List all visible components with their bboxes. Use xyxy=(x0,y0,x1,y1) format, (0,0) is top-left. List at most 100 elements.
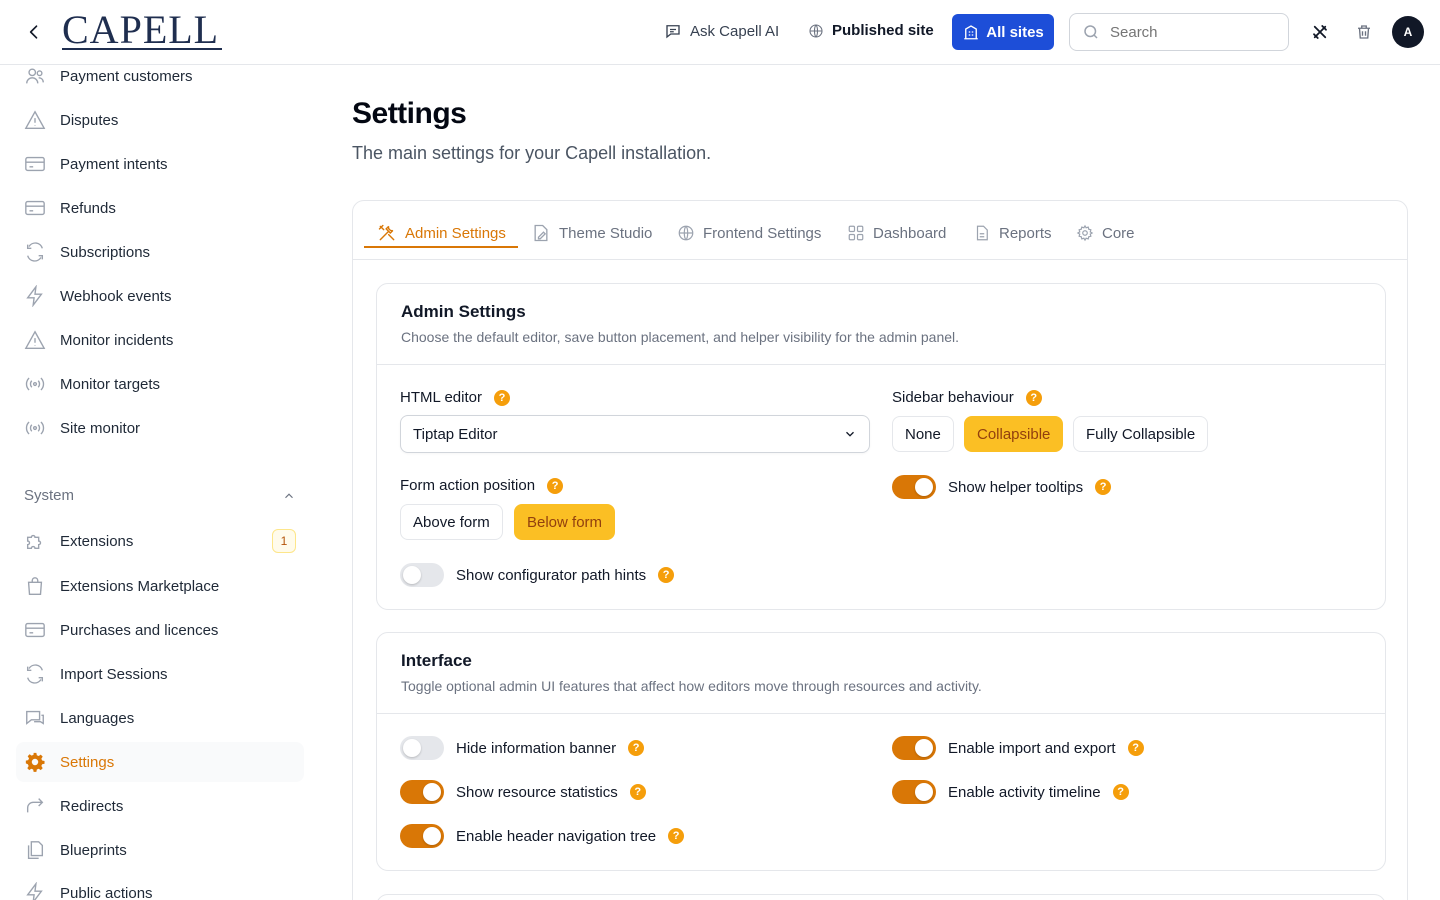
help-icon[interactable]: ? xyxy=(658,567,675,583)
html-editor-value: Tiptap Editor xyxy=(413,425,498,443)
sidebar-item-label: Monitor incidents xyxy=(60,331,174,349)
credit-card-icon xyxy=(24,197,46,219)
field-label-text: Sidebar behaviour xyxy=(892,389,1014,406)
help-icon[interactable]: ? xyxy=(493,389,510,406)
trash-icon[interactable] xyxy=(1352,20,1376,44)
main-content: Settings The main settings for your Cape… xyxy=(352,65,1408,900)
tab-label: Frontend Settings xyxy=(703,224,822,242)
hide-banner-toggle[interactable] xyxy=(400,736,444,760)
tab-label: Dashboard xyxy=(873,224,947,242)
tab-frontend-settings[interactable]: Frontend Settings xyxy=(677,218,821,248)
sidebar-item-extensions-marketplace[interactable]: Extensions Marketplace xyxy=(16,566,304,606)
sidebar-item-languages[interactable]: Languages xyxy=(16,698,304,738)
users-icon xyxy=(24,65,46,87)
field-label-text: Form action position xyxy=(400,477,536,494)
help-icon[interactable]: ? xyxy=(1025,389,1042,406)
sidebar-option-collapsible[interactable]: Collapsible xyxy=(964,416,1064,452)
card-title: Admin Settings xyxy=(401,302,526,321)
helper-tooltips-toggle[interactable] xyxy=(892,475,936,499)
sidebar-item-disputes[interactable]: Disputes xyxy=(16,100,304,140)
help-icon[interactable]: ? xyxy=(547,477,564,494)
next-card xyxy=(376,894,1386,900)
toggle-label: Enable header navigation tree xyxy=(456,827,657,845)
all-sites-button[interactable]: All sites xyxy=(952,14,1054,50)
ask-ai-link[interactable]: Ask Capell AI xyxy=(664,22,779,40)
card-title: Interface xyxy=(401,651,472,670)
tab-admin-settings[interactable]: Admin Settings xyxy=(377,218,506,248)
help-icon[interactable]: ? xyxy=(1095,479,1112,495)
header-nav-tree-toggle[interactable] xyxy=(400,824,444,848)
tab-core[interactable]: Core xyxy=(1076,218,1135,248)
sidebar-option-fully-collapsible[interactable]: Fully Collapsible xyxy=(1073,416,1209,452)
tab-reports[interactable]: Reports xyxy=(973,218,1052,248)
helper-tooltips-row: Show helper tooltips ? xyxy=(892,475,1112,499)
activity-timeline-row: Enable activity timeline ? xyxy=(892,780,1129,804)
sidebar-item-label: Site monitor xyxy=(60,419,141,437)
search-box[interactable] xyxy=(1069,13,1289,51)
tools-icon[interactable] xyxy=(1308,20,1332,44)
grid-icon xyxy=(848,225,864,241)
chevron-up-icon xyxy=(285,492,293,498)
path-hints-toggle[interactable] xyxy=(400,563,444,587)
help-icon[interactable]: ? xyxy=(629,784,646,800)
shopping-bag-icon xyxy=(24,575,46,597)
sidebar-item-refunds[interactable]: Refunds xyxy=(16,188,304,228)
logo[interactable]: CAPELL xyxy=(62,10,222,52)
logo-text: CAPELL xyxy=(62,7,220,52)
card-description: Toggle optional admin UI features that a… xyxy=(401,678,982,694)
sidebar-item-label: Webhook events xyxy=(60,287,172,305)
sidebar-group-label: System xyxy=(24,487,75,504)
sidebar-option-none[interactable]: None xyxy=(892,416,954,452)
sidebar-item-payment-customers[interactable]: Payment customers xyxy=(16,65,304,96)
tab-label: Theme Studio xyxy=(559,224,653,242)
sidebar-item-import-sessions[interactable]: Import Sessions xyxy=(16,654,304,694)
import-export-row: Enable import and export ? xyxy=(892,736,1144,760)
sidebar-item-label: Redirects xyxy=(60,797,124,815)
sidebar-item-settings[interactable]: Settings xyxy=(16,742,304,782)
help-icon[interactable]: ? xyxy=(1112,784,1129,800)
search-input[interactable] xyxy=(1110,23,1270,41)
toggle-label: Enable import and export xyxy=(948,739,1116,757)
sidebar-behaviour-label: Sidebar behaviour ? xyxy=(892,389,1042,406)
tab-theme-studio[interactable]: Theme Studio xyxy=(531,218,652,248)
sidebar-item-subscriptions[interactable]: Subscriptions xyxy=(16,232,304,272)
sidebar-item-redirects[interactable]: Redirects xyxy=(16,786,304,826)
interface-header: Interface Toggle optional admin UI featu… xyxy=(377,633,1385,714)
sidebar-item-blueprints[interactable]: Blueprints xyxy=(16,830,304,870)
help-icon[interactable]: ? xyxy=(628,740,645,756)
sidebar-item-monitor-incidents[interactable]: Monitor incidents xyxy=(16,320,304,360)
html-editor-label: HTML editor ? xyxy=(400,389,510,406)
back-arrow-icon[interactable] xyxy=(22,20,46,44)
avatar[interactable]: A xyxy=(1392,16,1424,48)
sidebar-item-purchases-licences[interactable]: Purchases and licences xyxy=(16,610,304,650)
form-action-below[interactable]: Below form xyxy=(514,504,616,540)
help-icon[interactable]: ? xyxy=(1127,740,1144,756)
sidebar-item-extensions[interactable]: Extensions 1 xyxy=(16,521,304,561)
resource-statistics-toggle[interactable] xyxy=(400,780,444,804)
sidebar-item-public-actions[interactable]: Public actions xyxy=(16,873,304,900)
redirect-icon xyxy=(24,795,46,817)
html-editor-select[interactable]: Tiptap Editor xyxy=(400,415,870,453)
form-action-above[interactable]: Above form xyxy=(400,504,503,540)
card-description: Choose the default editor, save button p… xyxy=(401,329,960,345)
sidebar-item-payment-intents[interactable]: Payment intents xyxy=(16,144,304,184)
sidebar-group-system[interactable]: System xyxy=(24,487,296,504)
sidebar-item-webhook-events[interactable]: Webhook events xyxy=(16,276,304,316)
activity-timeline-toggle[interactable] xyxy=(892,780,936,804)
bolt-icon xyxy=(24,882,46,900)
chevron-down-icon xyxy=(846,431,854,437)
help-icon[interactable]: ? xyxy=(668,828,685,844)
top-bar: CAPELL Ask Capell AI Published site All … xyxy=(0,0,1440,65)
sidebar-item-site-monitor[interactable]: Site monitor xyxy=(16,408,304,448)
tab-label: Admin Settings xyxy=(405,224,506,242)
tab-dashboard[interactable]: Dashboard xyxy=(847,218,946,248)
refresh-icon xyxy=(24,241,46,263)
published-site-link[interactable]: Published site xyxy=(808,22,934,39)
sidebar-item-monitor-targets[interactable]: Monitor targets xyxy=(16,364,304,404)
toggle-label: Show resource statistics xyxy=(456,783,618,801)
resource-statistics-row: Show resource statistics ? xyxy=(400,780,646,804)
import-export-toggle[interactable] xyxy=(892,736,936,760)
form-action-label: Form action position ? xyxy=(400,477,564,494)
globe-icon xyxy=(809,23,823,38)
tools-icon xyxy=(378,224,395,241)
